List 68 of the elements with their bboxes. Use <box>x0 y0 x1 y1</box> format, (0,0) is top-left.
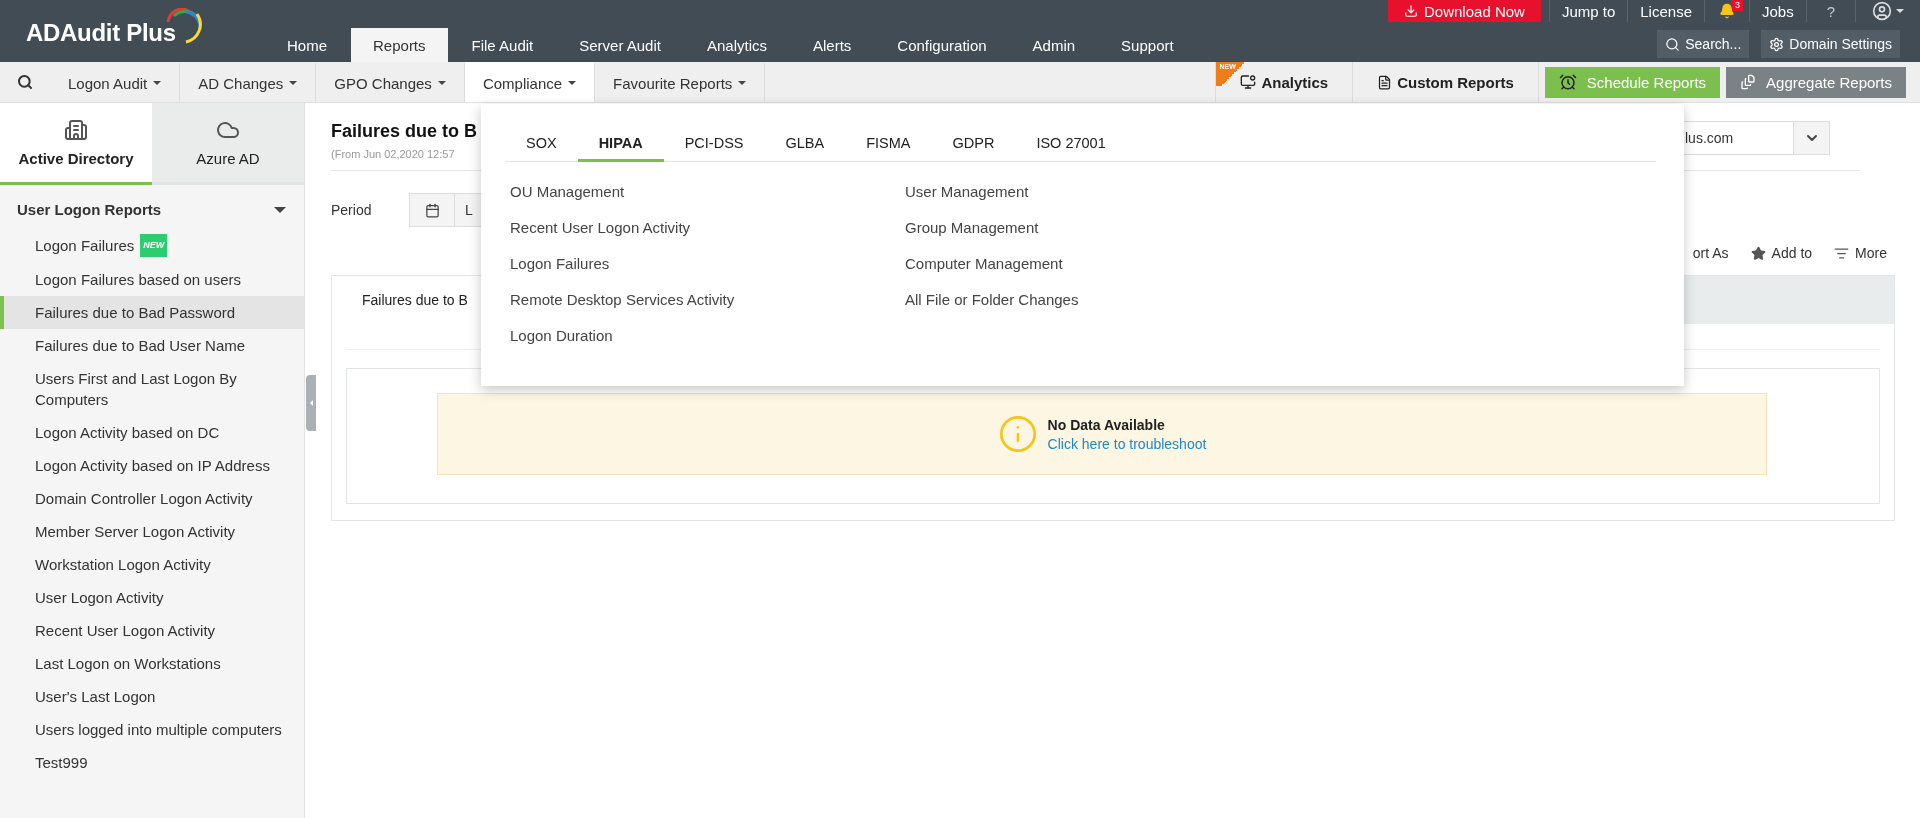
menu-item[interactable]: Compliance <box>464 62 596 102</box>
sidebar-item[interactable]: Workstation Logon Activity <box>0 548 304 581</box>
notification-count: 3 <box>1731 0 1743 11</box>
help-link[interactable]: ? <box>1805 0 1855 22</box>
sidebar-item[interactable]: Failures due to Bad Password <box>0 296 304 329</box>
logo: ADAudit Plus <box>26 19 176 47</box>
sidebar-tab[interactable]: Azure AD <box>152 103 304 185</box>
report-link[interactable]: Logon Failures <box>510 246 610 282</box>
sidebar-item[interactable]: Users First and Last Logon By Computers <box>0 362 304 416</box>
period-select[interactable]: L <box>455 193 481 227</box>
compliance-tab[interactable]: PCI-DSS <box>663 126 765 162</box>
sidebar-item[interactable]: Recent User Logon Activity <box>0 614 304 647</box>
compliance-tab[interactable]: ISO 27001 <box>1015 126 1127 162</box>
report-link[interactable]: Group Management <box>905 210 1039 246</box>
custom-reports-link[interactable]: Custom Reports <box>1352 62 1539 102</box>
sidebar-item[interactable]: Last Logon on Workstations <box>0 647 304 680</box>
nav-tab[interactable]: Support <box>1099 28 1196 62</box>
date-range: (From Jun 02,2020 12:57 <box>331 148 456 160</box>
download-button[interactable]: Download Now <box>1388 0 1541 22</box>
compliance-tab[interactable]: SOX <box>505 126 578 162</box>
nav-tab[interactable]: Server Audit <box>557 28 683 62</box>
sidebar-tab[interactable]: Active Directory <box>0 103 152 185</box>
domain-settings-button[interactable]: Domain Settings <box>1761 30 1900 58</box>
toolbar-action[interactable]: More <box>1834 245 1887 261</box>
nav-tab[interactable]: Home <box>265 28 349 62</box>
sidebar-item[interactable]: Users logged into multiple computers <box>0 713 304 746</box>
report-group-header[interactable]: User Logon Reports <box>0 185 304 228</box>
sidebar-item[interactable]: Test999 <box>0 746 304 779</box>
report-link[interactable]: Remote Desktop Services Activity <box>510 282 735 318</box>
sidebar-item[interactable]: Member Server Logon Activity <box>0 515 304 548</box>
report-link[interactable]: Logon Duration <box>510 318 613 354</box>
report-link[interactable]: User Management <box>905 174 1029 210</box>
sidebar-item[interactable]: Logon Activity based on DC <box>0 416 304 449</box>
report-link[interactable]: OU Management <box>510 174 625 210</box>
nav-tab[interactable]: Reports <box>351 28 448 62</box>
compliance-tab[interactable]: GLBA <box>764 126 846 162</box>
report-tab[interactable]: Failures due to B <box>332 276 482 324</box>
jobs-link[interactable]: Jobs <box>1748 0 1806 22</box>
troubleshoot-link[interactable]: Click here to troubleshoot <box>1047 435 1207 452</box>
nav-tab[interactable]: File Audit <box>449 28 556 62</box>
report-link[interactable]: Recent User Logon Activity <box>510 210 691 246</box>
compliance-tab[interactable]: GDPR <box>931 126 1016 162</box>
nav-tab[interactable]: Alerts <box>791 28 874 62</box>
compliance-tab[interactable]: HIPAA <box>577 126 664 162</box>
nav-tab[interactable]: Admin <box>1010 28 1098 62</box>
toolbar-action[interactable]: ort As <box>1692 245 1729 261</box>
sidebar-item[interactable]: Failures due to Bad User Name <box>0 329 304 362</box>
header-link[interactable]: License <box>1627 0 1704 22</box>
sidebar-item[interactable]: User Logon Activity <box>0 581 304 614</box>
sidebar-item[interactable]: Logon Failures based on users <box>0 263 304 296</box>
sidebar-item[interactable]: User's Last Logon <box>0 680 304 713</box>
compliance-tab[interactable]: FISMA <box>845 126 932 162</box>
search-button[interactable]: Search... <box>1657 30 1750 58</box>
report-title: Failures due to B <box>331 121 479 142</box>
sidebar-item[interactable]: Domain Controller Logon Activity <box>0 482 304 515</box>
nav-tab[interactable]: Configuration <box>875 28 1009 62</box>
sidebar-item[interactable]: Logon Activity based on IP Address <box>0 449 304 482</box>
report-link[interactable]: All File or Folder Changes <box>905 282 1079 318</box>
report-link[interactable]: Computer Management <box>905 246 1063 282</box>
sidebar-item[interactable]: Logon Failures NEW <box>0 228 304 263</box>
message-title: No Data Available <box>1047 416 1166 433</box>
toolbar-action[interactable]: Add to <box>1750 245 1813 261</box>
nav-tab[interactable]: Analytics <box>684 28 789 62</box>
notifications-button[interactable]: 3 <box>1703 0 1749 22</box>
period-label: Period <box>331 202 373 218</box>
header-link[interactable]: Jump to <box>1548 0 1628 22</box>
aggregate-reports-button[interactable]: Aggregate Reports <box>1726 66 1906 98</box>
new-badge: NEW <box>140 234 168 257</box>
